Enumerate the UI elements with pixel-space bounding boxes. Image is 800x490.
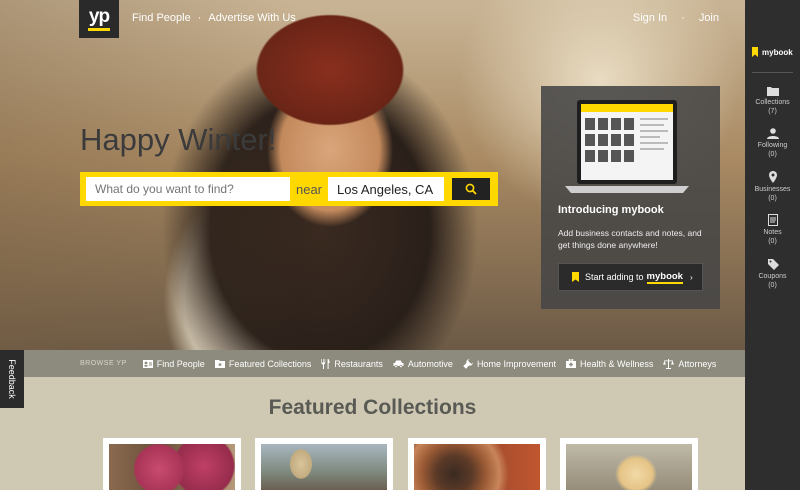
search-what-input[interactable] <box>86 177 290 201</box>
car-icon <box>393 360 404 368</box>
collection-image <box>109 444 235 490</box>
search-bar: near <box>80 172 498 206</box>
browse-item-find-people[interactable]: Find People <box>142 358 205 369</box>
collection-card[interactable] <box>103 438 241 490</box>
sidebar-item-label: Businesses <box>754 186 791 193</box>
contact-card-icon <box>142 359 153 368</box>
sidebar-item-label: Coupons <box>758 273 787 280</box>
feedback-tab[interactable]: Feedback <box>0 350 24 408</box>
note-icon <box>767 214 778 226</box>
browse-bar: BROWSE YP Find People Featured Collectio… <box>0 350 745 377</box>
browse-item-label: Home Improvement <box>476 358 556 369</box>
browse-item-label: Automotive <box>407 358 453 369</box>
browse-item-restaurants[interactable]: Restaurants <box>321 358 383 369</box>
cta-brand: mybook <box>646 270 683 284</box>
search-location-input[interactable] <box>328 177 444 201</box>
browse-item-label: Restaurants <box>334 358 383 369</box>
browse-item-label: Attorneys <box>678 358 717 369</box>
bookmark-icon <box>752 47 758 57</box>
tag-icon <box>767 259 779 270</box>
featured-collections-title: Featured Collections <box>268 396 477 419</box>
mybook-sidebar: mybook Collections (7) Following (0) Bus… <box>745 0 800 490</box>
sidebar-item-label: Following <box>757 142 788 149</box>
nav-advertise-link[interactable]: Advertise With Us <box>208 12 295 24</box>
nav-separator: · <box>197 12 202 24</box>
auth-links: Sign In · Join <box>633 12 719 24</box>
wrench-icon <box>463 358 473 369</box>
fork-knife-icon <box>321 358 330 369</box>
browse-label: BROWSE YP <box>80 360 127 367</box>
logo-text: yp <box>88 5 110 27</box>
medical-kit-icon <box>565 359 576 368</box>
search-near-label: near <box>295 181 323 197</box>
browse-item-featured-collections[interactable]: Featured Collections <box>214 358 312 369</box>
sidebar-item-notes[interactable]: Notes (0) <box>745 214 800 246</box>
sidebar-item-label: Collections <box>755 99 790 106</box>
hero-headline: Happy Winter! <box>80 122 277 157</box>
browse-item-label: Find People <box>156 358 205 369</box>
cta-prefix: Start adding to <box>585 272 644 282</box>
sidebar-item-businesses[interactable]: Businesses (0) <box>745 171 800 203</box>
sidebar-item-count: (0) <box>768 238 777 245</box>
sidebar-divider <box>752 72 793 73</box>
sidebar-title: mybook <box>762 47 793 57</box>
bookmark-icon <box>572 272 579 282</box>
sidebar-item-following[interactable]: Following (0) <box>745 128 800 159</box>
browse-item-home-improvement[interactable]: Home Improvement <box>463 359 556 369</box>
laptop-illustration <box>565 100 689 193</box>
sidebar-header[interactable]: mybook <box>752 47 793 57</box>
promo-title: Introducing mybook <box>558 204 664 216</box>
yp-logo[interactable]: yp <box>79 0 119 38</box>
start-mybook-button[interactable]: Start adding to mybook › <box>558 263 703 291</box>
folder-star-icon <box>214 359 225 368</box>
sidebar-item-count: (0) <box>768 195 777 202</box>
browse-item-automotive[interactable]: Automotive <box>393 359 453 369</box>
nav-find-people-link[interactable]: Find People <box>132 12 191 24</box>
browse-item-attorneys[interactable]: Attorneys <box>663 358 717 369</box>
mybook-promo: Introducing mybook Add business contacts… <box>541 86 720 309</box>
person-icon <box>766 128 779 139</box>
sidebar-item-count: (0) <box>768 151 777 158</box>
collection-image <box>566 444 692 490</box>
scales-icon <box>663 358 675 369</box>
browse-item-health-wellness[interactable]: Health & Wellness <box>565 358 654 369</box>
folder-icon <box>766 87 779 96</box>
feedback-label: Feedback <box>7 359 17 399</box>
top-nav: Find People · Advertise With Us <box>132 12 296 24</box>
logo-underline <box>88 27 110 31</box>
browse-item-label: Health & Wellness <box>579 358 654 369</box>
sidebar-item-collections[interactable]: Collections (7) <box>745 86 800 116</box>
browse-item-label: Featured Collections <box>228 358 312 369</box>
promo-description: Add business contacts and notes, and get… <box>558 228 702 250</box>
collection-card[interactable] <box>408 438 546 490</box>
sidebar-item-count: (7) <box>768 108 777 115</box>
chevron-right-icon: › <box>689 272 693 282</box>
sidebar-item-coupons[interactable]: Coupons (0) <box>745 258 800 290</box>
map-pin-icon <box>768 171 777 183</box>
collection-image <box>414 444 540 490</box>
collection-image <box>261 444 387 490</box>
auth-separator: · <box>681 12 685 24</box>
search-button[interactable] <box>452 178 490 200</box>
collection-card[interactable] <box>255 438 393 490</box>
join-link[interactable]: Join <box>699 12 719 24</box>
sign-in-link[interactable]: Sign In <box>633 12 667 24</box>
search-icon <box>465 183 477 195</box>
sidebar-item-label: Notes <box>763 229 782 236</box>
sidebar-item-count: (0) <box>768 282 777 289</box>
collection-card[interactable] <box>560 438 698 490</box>
featured-collections-row <box>0 438 745 490</box>
